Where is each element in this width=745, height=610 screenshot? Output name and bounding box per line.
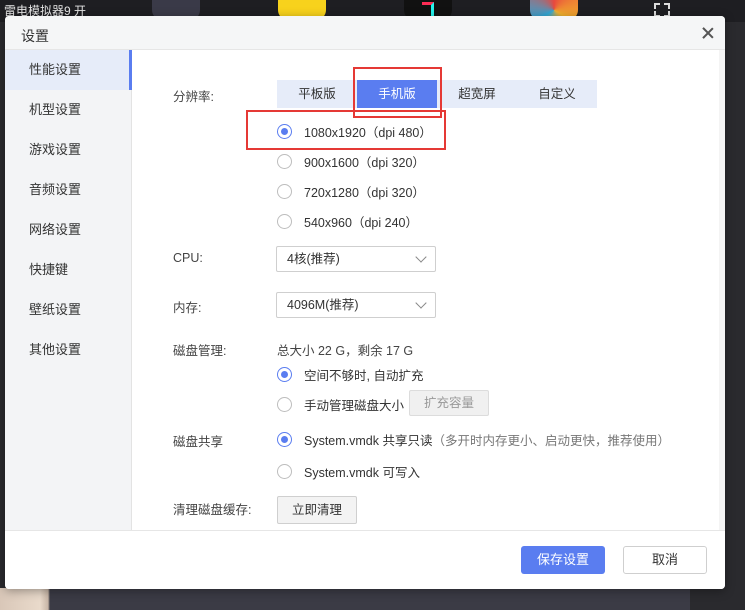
cancel-button[interactable]: 取消	[623, 546, 707, 574]
sidebar-item-label: 壁纸设置	[29, 302, 82, 317]
close-icon[interactable]	[699, 24, 717, 42]
cpu-label: CPU:	[173, 251, 203, 265]
cpu-select[interactable]: 4核(推荐)	[276, 246, 436, 272]
resolution-option-label: 720x1280（dpi 320）	[304, 186, 425, 200]
resolution-option-label: 900x1600（dpi 320）	[304, 156, 425, 170]
sidebar-item-label: 游戏设置	[29, 142, 82, 157]
sidebar-item-network[interactable]: 网络设置	[5, 210, 131, 250]
disk-size-summary: 总大小 22 G，剩余 17 G	[277, 344, 414, 358]
sidebar-item-label: 其他设置	[29, 342, 82, 357]
dialog-footer: 保存设置 取消	[5, 530, 725, 589]
disk-share-option-label: System.vmdk 共享只读	[304, 434, 433, 448]
cpu-select-value: 4核(推荐)	[287, 252, 340, 266]
dialog-title: 设置	[21, 28, 49, 44]
resolution-option-label: 1080x1920（dpi 480）	[304, 126, 432, 140]
settings-sidebar: 性能设置 机型设置 游戏设置 音频设置 网络设置 快捷键 壁纸设置 其他设置	[5, 50, 132, 530]
clear-cache-label: 清理磁盘缓存:	[173, 503, 252, 517]
tab-ultrawide[interactable]: 超宽屏	[437, 80, 517, 108]
settings-content: 分辨率: 平板版 手机版 超宽屏 自定义 1080x1920（dpi 480） …	[133, 50, 725, 530]
background-emulator-bottom	[90, 588, 690, 610]
resolution-label: 分辨率:	[173, 90, 214, 104]
background-wallpaper	[0, 588, 90, 610]
content-scrollbar[interactable]	[719, 50, 725, 530]
resolution-option-label: 540x960（dpi 240）	[304, 216, 418, 230]
disk-option-label: 空间不够时, 自动扩充	[304, 369, 424, 383]
sidebar-item-game[interactable]: 游戏设置	[5, 130, 131, 170]
disk-auto-expand-option[interactable]: 空间不够时, 自动扩充	[277, 365, 423, 384]
radio-unchecked-icon	[277, 214, 292, 229]
dialog-titlebar: 设置	[5, 16, 725, 50]
resolution-option-720[interactable]: 720x1280（dpi 320）	[277, 182, 425, 201]
disk-share-option-label: System.vmdk 可写入	[304, 466, 420, 480]
resolution-tabs: 平板版 手机版 超宽屏 自定义	[277, 80, 597, 108]
sidebar-item-label: 音频设置	[29, 182, 82, 197]
expand-capacity-button[interactable]: 扩充容量	[409, 390, 489, 416]
disk-sharing-label: 磁盘共享	[173, 435, 224, 449]
radio-checked-icon	[277, 367, 292, 382]
resolution-option-1080[interactable]: 1080x1920（dpi 480）	[277, 122, 432, 141]
sidebar-item-shortcuts[interactable]: 快捷键	[5, 250, 131, 290]
sidebar-item-label: 快捷键	[29, 262, 69, 277]
chevron-down-icon	[415, 297, 427, 309]
radio-unchecked-icon	[277, 397, 292, 412]
resolution-option-900[interactable]: 900x1600（dpi 320）	[277, 152, 425, 171]
save-settings-button[interactable]: 保存设置	[521, 546, 605, 574]
memory-select-value: 4096M(推荐)	[287, 298, 359, 312]
sidebar-item-device-model[interactable]: 机型设置	[5, 90, 131, 130]
radio-unchecked-icon	[277, 184, 292, 199]
sidebar-item-performance[interactable]: 性能设置	[5, 50, 132, 90]
disk-share-readonly-option[interactable]: System.vmdk 共享只读 （多开时内存更小、启动更快，推荐使用）	[277, 430, 670, 449]
tab-phone[interactable]: 手机版	[357, 80, 437, 108]
resolution-option-540[interactable]: 540x960（dpi 240）	[277, 212, 418, 231]
sidebar-item-label: 性能设置	[29, 62, 82, 77]
tab-custom[interactable]: 自定义	[517, 80, 597, 108]
radio-unchecked-icon	[277, 154, 292, 169]
disk-share-writable-option[interactable]: System.vmdk 可写入	[277, 462, 420, 481]
radio-unchecked-icon	[277, 464, 292, 479]
memory-select[interactable]: 4096M(推荐)	[276, 292, 436, 318]
sidebar-item-wallpaper[interactable]: 壁纸设置	[5, 290, 131, 330]
settings-dialog: 设置 性能设置 机型设置 游戏设置 音频设置 网络设置 快捷键 壁纸设置 其他设…	[5, 16, 725, 589]
tab-tablet[interactable]: 平板版	[277, 80, 357, 108]
clear-now-button[interactable]: 立即清理	[277, 496, 357, 524]
disk-option-label: 手动管理磁盘大小	[304, 399, 405, 413]
chevron-down-icon	[415, 251, 427, 263]
radio-checked-icon	[277, 124, 292, 139]
disk-share-hint: （多开时内存更小、启动更快，推荐使用）	[432, 434, 671, 448]
radio-checked-icon	[277, 432, 292, 447]
sidebar-item-audio[interactable]: 音频设置	[5, 170, 131, 210]
sidebar-item-other[interactable]: 其他设置	[5, 330, 131, 370]
disk-management-label: 磁盘管理:	[173, 344, 227, 358]
sidebar-item-label: 网络设置	[29, 222, 82, 237]
disk-manual-option[interactable]: 手动管理磁盘大小	[277, 395, 404, 414]
sidebar-item-label: 机型设置	[29, 102, 82, 117]
memory-label: 内存:	[173, 301, 202, 315]
